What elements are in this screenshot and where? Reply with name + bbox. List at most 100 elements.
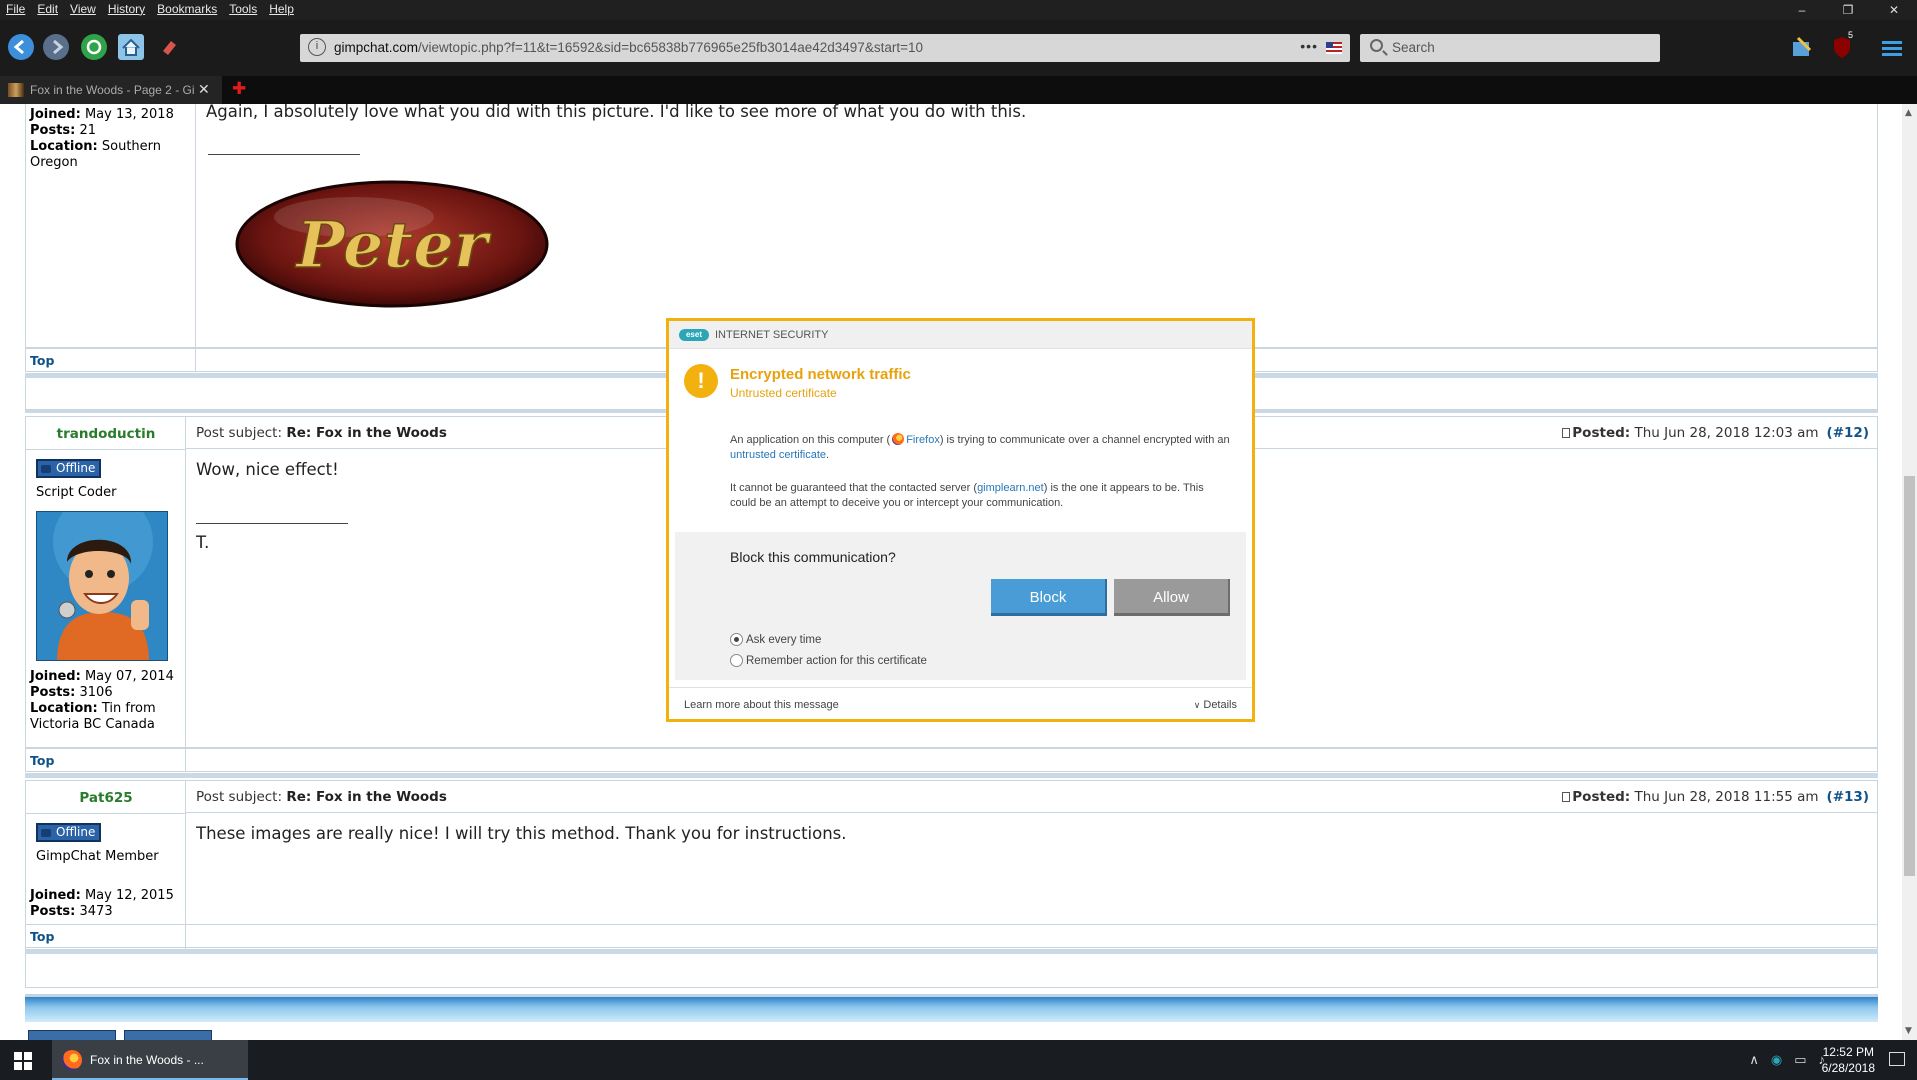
logo-text: Peter (294, 208, 491, 283)
block-button[interactable]: Block (991, 579, 1107, 616)
menu-help[interactable]: Help (269, 2, 294, 16)
product-name: INTERNET SECURITY (715, 329, 829, 341)
profile-details: Joined: May 13, 2018 Posts: 21 Location:… (30, 107, 190, 171)
top-link-cell: Top (26, 925, 186, 947)
forward-button[interactable] (43, 34, 69, 60)
clear-history-button[interactable] (156, 34, 182, 60)
signature-text: T. (196, 533, 210, 552)
radio-remember-action[interactable]: Remember action for this certificate (730, 654, 927, 667)
post-profile-column: trandoductin Offline Script Coder Joined… (26, 417, 186, 747)
location-label: Location: (30, 139, 98, 154)
subject-label: Post subject: (196, 789, 283, 805)
extension-icon[interactable] (1790, 36, 1814, 60)
menu-bookmarks[interactable]: Bookmarks (157, 2, 217, 16)
details-toggle[interactable]: ∨ Details (1194, 699, 1237, 711)
learn-more-link[interactable]: Learn more about this message (684, 699, 839, 711)
radio-ask-every-time[interactable]: Ask every time (730, 633, 821, 646)
network-icon[interactable]: ▭ (1794, 1052, 1806, 1068)
url-text[interactable]: gimpchat.com/viewtopic.php?f=11&t=16592&… (334, 40, 923, 55)
posts-label: Posts: (30, 123, 76, 138)
search-placeholder: Search (1392, 40, 1435, 55)
post-11: Joined: May 13, 2018 Posts: 21 Location:… (25, 104, 1878, 348)
post-reply-button[interactable] (124, 1030, 212, 1040)
dialog-message-1: An application on this computer (Firefox… (730, 433, 1230, 463)
minimize-button[interactable]: – (1779, 0, 1825, 20)
dialog-footer: Learn more about this message ∨ Details (669, 687, 1252, 719)
subject-value[interactable]: Re: Fox in the Woods (286, 789, 447, 805)
action-center-icon[interactable] (1889, 1052, 1905, 1066)
close-window-button[interactable]: ✕ (1871, 0, 1917, 20)
menu-file[interactable]: File (6, 2, 25, 16)
location-label: Location: (30, 701, 98, 716)
posts-value: 21 (79, 123, 97, 138)
firefox-link[interactable]: Firefox (906, 434, 940, 446)
eset-tray-icon[interactable]: ◉ (1771, 1052, 1782, 1068)
address-bar[interactable]: i gimpchat.com/viewtopic.php?f=11&t=1659… (300, 34, 1350, 62)
site-info-icon[interactable]: i (308, 38, 326, 56)
post-icon[interactable] (1562, 792, 1571, 802)
taskbar-window-title: Fox in the Woods - ... (90, 1053, 204, 1067)
scroll-thumb[interactable] (1904, 476, 1915, 876)
us-flag-icon[interactable] (1326, 42, 1342, 54)
post-12-footer: Top (25, 748, 1878, 772)
post-date: Posted: Thu Jun 28, 2018 12:03 am (#12) (1562, 425, 1869, 441)
system-tray: ∧ ◉ ▭ ♪ (1749, 1052, 1825, 1068)
close-tab-icon[interactable]: ✕ (198, 81, 210, 98)
top-link[interactable]: Top (30, 353, 54, 368)
msg-text: . (826, 449, 830, 461)
page-actions-button[interactable]: ••• (1300, 38, 1318, 54)
reload-button[interactable] (81, 34, 107, 60)
profile-details: Joined: May 07, 2014 Posts: 3106 Locatio… (30, 669, 180, 733)
post-number-link[interactable]: (#13) (1827, 789, 1869, 805)
top-link[interactable]: Top (30, 929, 54, 944)
reload-icon (86, 39, 102, 55)
radio-unselected-icon[interactable] (730, 654, 743, 667)
subject-value[interactable]: Re: Fox in the Woods (286, 425, 447, 441)
author-name[interactable]: trandoductin (26, 426, 186, 442)
menu-view[interactable]: View (70, 2, 96, 16)
system-clock[interactable]: 12:52 PM 6/28/2018 (1822, 1044, 1875, 1076)
joined-value: May 13, 2018 (84, 107, 174, 122)
firefox-icon (62, 1050, 82, 1070)
author-name[interactable]: Pat625 (26, 790, 186, 806)
scroll-up-icon[interactable]: ▲ (1905, 108, 1912, 118)
offline-badge: Offline (36, 823, 102, 842)
show-hidden-icons-chevron-icon[interactable]: ∧ (1749, 1052, 1759, 1068)
post-13-footer: Top (25, 924, 1878, 948)
post-number-link[interactable]: (#12) (1827, 425, 1869, 441)
search-bar[interactable]: Search (1360, 34, 1660, 62)
joined-label: Joined: (30, 669, 81, 684)
allow-button[interactable]: Allow (1114, 579, 1230, 616)
post-spacer (25, 954, 1878, 988)
new-topic-button[interactable] (28, 1030, 116, 1040)
back-button[interactable] (8, 34, 34, 60)
tab-fox-in-the-woods[interactable]: Fox in the Woods - Page 2 - Gi ✕ (0, 76, 222, 104)
joined-value: May 07, 2014 (84, 669, 174, 684)
post-icon[interactable] (1562, 428, 1571, 438)
new-tab-button[interactable]: ✚ (232, 79, 246, 99)
details-label: Details (1203, 699, 1237, 711)
taskbar-firefox-window[interactable]: Fox in the Woods - ... (52, 1040, 248, 1080)
top-link[interactable]: Top (30, 753, 54, 768)
open-menu-button[interactable] (1880, 36, 1904, 60)
menu-tools[interactable]: Tools (229, 2, 257, 16)
posts-value: 3106 (79, 685, 113, 700)
server-link[interactable]: gimplearn.net (977, 482, 1044, 494)
vertical-scrollbar[interactable]: ▲ ▼ (1902, 104, 1917, 1040)
posted-value: Thu Jun 28, 2018 11:55 am (1634, 789, 1819, 805)
restore-button[interactable]: ❐ (1825, 0, 1871, 20)
untrusted-certificate-link[interactable]: untrusted certificate (730, 449, 826, 461)
ublock-button[interactable]: 5 (1830, 30, 1854, 60)
radio-selected-icon[interactable] (730, 633, 743, 646)
windows-start-icon[interactable] (14, 1052, 32, 1070)
offline-badge: Offline (36, 459, 102, 478)
home-button[interactable] (118, 34, 144, 60)
menu-history[interactable]: History (108, 2, 145, 16)
url-path: /viewtopic.php?f=11&t=16592&sid=bc65838b… (418, 40, 923, 55)
subject-label: Post subject: (196, 425, 283, 441)
menu-edit[interactable]: Edit (37, 2, 58, 16)
user-avatar[interactable] (36, 511, 168, 661)
bottom-action-buttons (28, 1030, 212, 1040)
eset-logo: eset (679, 329, 709, 341)
scroll-down-icon[interactable]: ▼ (1905, 1026, 1912, 1036)
